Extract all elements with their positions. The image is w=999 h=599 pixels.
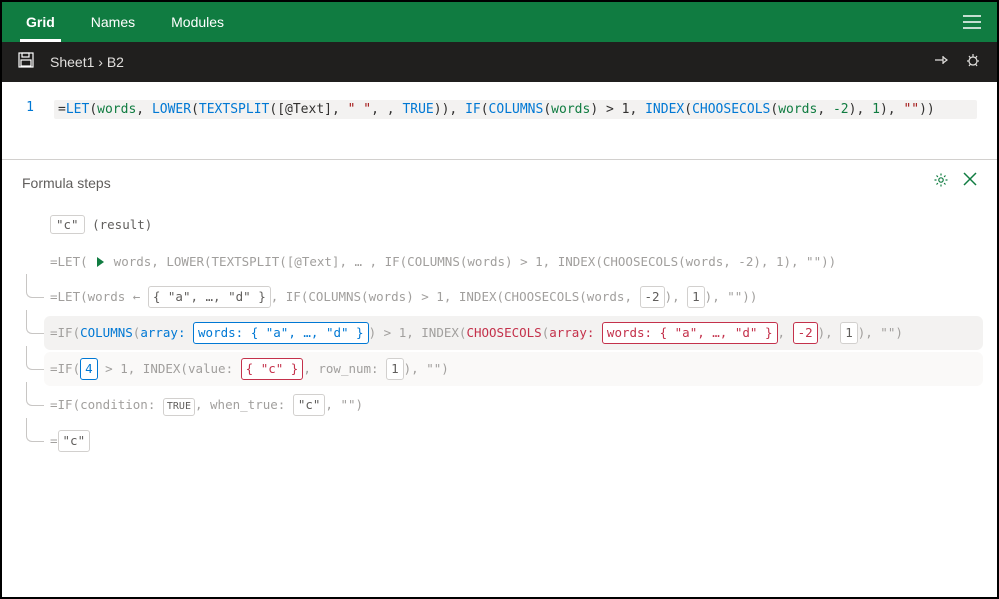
line-number: 1 (22, 100, 34, 115)
tab-grid[interactable]: Grid (10, 2, 71, 42)
pin-icon[interactable] (933, 52, 949, 73)
close-icon[interactable] (963, 172, 977, 193)
breadcrumb-sep: › (98, 54, 103, 70)
tab-names[interactable]: Names (75, 2, 151, 42)
editor-line: 1 =LET(words, LOWER(TEXTSPLIT([@Text], "… (22, 100, 977, 119)
tab-label: Names (91, 14, 135, 30)
steps-body: "c" (result) =LET( words, LOWER(TEXTSPLI… (22, 215, 977, 452)
step-5: =IF(condition: TRUE, when_true: "c", "") (50, 394, 977, 416)
breadcrumb: Sheet1 › B2 (50, 54, 124, 70)
save-icon[interactable] (18, 52, 34, 73)
formula-code[interactable]: =LET(words, LOWER(TEXTSPLIT([@Text], " "… (54, 100, 977, 119)
gear-icon[interactable] (933, 172, 949, 193)
steps-title: Formula steps (22, 175, 111, 191)
step-connector (26, 382, 44, 406)
tab-label: Modules (171, 14, 224, 30)
step-1: =LET( words, LOWER(TEXTSPLIT([@Text], … … (50, 252, 977, 272)
tabs-left: Grid Names Modules (10, 2, 240, 42)
breadcrumb-cell: B2 (107, 54, 124, 70)
step-connector (26, 418, 44, 442)
hamburger-icon[interactable] (955, 7, 989, 37)
toolbar: Sheet1 › B2 (2, 42, 997, 82)
breadcrumb-sheet: Sheet1 (50, 54, 94, 70)
step-connector (26, 274, 44, 298)
step-2: =LET(words ← { "a", …, "d" }, IF(COLUMNS… (50, 286, 977, 308)
formula-steps-pane: Formula steps "c" (result) =LET( words, … (2, 159, 997, 486)
step-connector (26, 310, 44, 334)
play-icon[interactable] (97, 257, 104, 267)
step-3: =IF(COLUMNS(array: words: { "a", …, "d" … (50, 322, 977, 344)
result-value: "c" (50, 215, 85, 234)
tab-modules[interactable]: Modules (155, 2, 240, 42)
tab-label: Grid (26, 14, 55, 30)
step-6: ="c" (50, 430, 977, 452)
bug-icon[interactable] (965, 52, 981, 73)
result-line: "c" (result) (50, 215, 977, 234)
editor-pane: 1 =LET(words, LOWER(TEXTSPLIT([@Text], "… (2, 82, 997, 159)
step-4: =IF(4 > 1, INDEX(value: { "c" }, row_num… (50, 358, 977, 380)
top-tabs-bar: Grid Names Modules (2, 2, 997, 42)
result-label: (result) (92, 217, 152, 232)
step-connector (26, 346, 44, 370)
